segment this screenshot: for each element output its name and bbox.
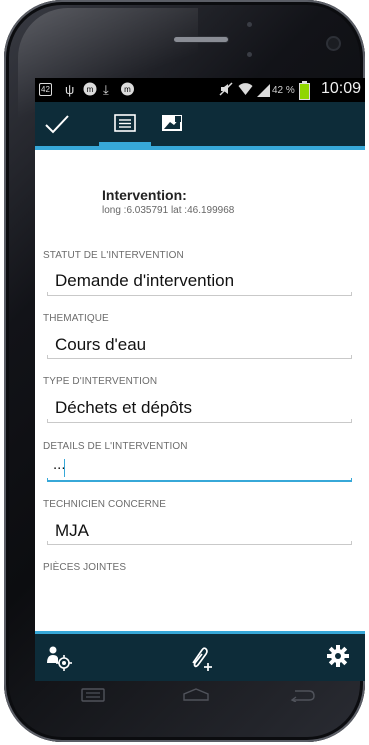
field-value-type[interactable]: Déchets et dépôts bbox=[55, 398, 192, 418]
field-label: THEMATIQUE bbox=[43, 313, 109, 324]
field-value-technicien[interactable]: MJA bbox=[55, 521, 89, 541]
field-label: TYPE D'INTERVENTION bbox=[43, 376, 158, 387]
tab-list[interactable] bbox=[99, 102, 151, 146]
field-label: STATUT DE L'INTERVENTION bbox=[43, 250, 184, 261]
battery-percent: 42 % bbox=[272, 85, 295, 96]
download-icon: ⤓ bbox=[103, 82, 109, 97]
back-key-icon bbox=[290, 690, 315, 703]
top-toolbar bbox=[35, 102, 365, 146]
check-icon bbox=[45, 115, 69, 134]
bottom-toolbar bbox=[35, 631, 365, 681]
list-icon bbox=[114, 114, 136, 132]
app-notification-icon: m bbox=[83, 82, 97, 100]
signal-icon bbox=[257, 84, 270, 97]
save-button[interactable] bbox=[43, 110, 71, 138]
field-value-statut[interactable]: Demande d'intervention bbox=[55, 271, 234, 291]
field-value-thematique[interactable]: Cours d'eau bbox=[55, 335, 146, 355]
field-underline-focused bbox=[47, 478, 352, 482]
attachments-label: PIÈCES JOINTES bbox=[43, 562, 127, 573]
front-camera bbox=[328, 38, 339, 49]
notification-badge: 42 bbox=[39, 83, 52, 96]
proximity-sensor bbox=[247, 22, 252, 27]
locate-user-button[interactable] bbox=[45, 643, 75, 673]
svg-text:m: m bbox=[87, 85, 94, 94]
back-key[interactable] bbox=[289, 688, 315, 707]
field-label: TECHNICIEN CONCERNE bbox=[43, 499, 167, 510]
settings-button[interactable] bbox=[325, 643, 355, 673]
text-cursor bbox=[64, 459, 65, 477]
field-underline bbox=[47, 541, 352, 545]
clock: 10:09 bbox=[320, 80, 361, 97]
earpiece-speaker bbox=[174, 37, 228, 42]
map-icon bbox=[162, 115, 182, 131]
tab-map[interactable] bbox=[161, 112, 183, 134]
menu-key[interactable] bbox=[81, 688, 105, 707]
menu-key-icon bbox=[81, 688, 105, 702]
usb-icon: ψ bbox=[65, 82, 75, 97]
field-underline bbox=[47, 355, 352, 359]
add-attachment-icon bbox=[192, 647, 212, 671]
status-bar: 42 ψ m ⤓ m 42 % 10:09 bbox=[35, 78, 365, 102]
intervention-title: Intervention: bbox=[102, 187, 187, 203]
wifi-icon bbox=[238, 82, 253, 100]
settings-icon bbox=[327, 645, 349, 667]
mute-icon bbox=[219, 82, 233, 100]
battery-icon bbox=[299, 81, 310, 100]
screen: 42 ψ m ⤓ m 42 % 10:09 Intervention: long… bbox=[35, 78, 365, 681]
field-underline bbox=[47, 292, 352, 296]
field-label: DETAILS DE L'INTERVENTION bbox=[43, 441, 188, 452]
toolbar-accent-line bbox=[35, 146, 365, 150]
light-sensor bbox=[247, 52, 252, 57]
app-notification-icon: m bbox=[120, 82, 135, 100]
bottom-accent-line bbox=[35, 631, 365, 634]
add-attachment-button[interactable] bbox=[185, 643, 215, 673]
home-key-icon bbox=[183, 688, 209, 701]
user-location-icon bbox=[47, 646, 72, 671]
field-underline bbox=[47, 419, 352, 423]
home-key[interactable] bbox=[182, 688, 210, 707]
coordinates: long :6.035791 lat :46.199968 bbox=[102, 205, 235, 216]
phone-frame: 42 ψ m ⤓ m 42 % 10:09 Intervention: long… bbox=[4, 0, 365, 742]
svg-text:m: m bbox=[124, 85, 131, 94]
